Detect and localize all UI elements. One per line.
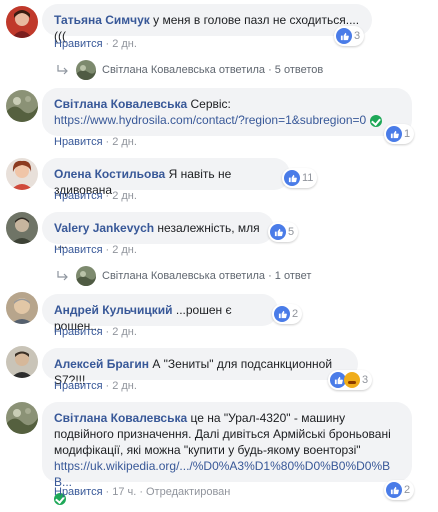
- like-button[interactable]: Нравится: [54, 380, 103, 392]
- comment-actions: Нравится · 2 дн.: [54, 244, 137, 256]
- comment-author[interactable]: Світлана Ковалевська: [54, 97, 187, 111]
- replies-link[interactable]: Світлана Ковалевська ответила · 5 ответо…: [56, 60, 323, 80]
- reaction-count[interactable]: 3: [334, 26, 365, 46]
- comment-time[interactable]: 2 дн.: [112, 136, 137, 148]
- comment-bubble: Valery Jankevych незалежність, мля ....: [42, 212, 274, 251]
- reaction-number: 3: [362, 374, 369, 386]
- reaction-number: 5: [288, 226, 295, 238]
- like-button[interactable]: Нравится: [54, 190, 103, 202]
- avatar[interactable]: [6, 212, 38, 244]
- replies-author: Світлана Ковалевська: [102, 64, 216, 76]
- comment-actions: Нравится · 2 дн.: [54, 190, 137, 202]
- comment-bubble: Світлана Ковалевська це на "Урал-4320" -…: [42, 402, 412, 505]
- replies-action: ответила: [218, 64, 266, 76]
- reaction-count[interactable]: 2: [272, 304, 303, 324]
- like-button[interactable]: Нравится: [54, 38, 103, 50]
- reaction-number: 3: [354, 30, 361, 42]
- replies-count: 5 ответов: [274, 64, 324, 76]
- comment-author[interactable]: Алексей Брагин: [54, 357, 149, 371]
- avatar: [76, 266, 96, 286]
- comment-bubble: Алексей Брагин А "Зениты" для подсанкцио…: [42, 348, 358, 387]
- comment-actions: Нравится · 2 дн.: [54, 380, 137, 392]
- check-icon: [369, 114, 382, 127]
- like-reaction-icon: [336, 28, 352, 44]
- comment-bubble: Андрей Кульчицкий ...рошен є рошен...: [42, 294, 278, 333]
- like-button[interactable]: Нравится: [54, 486, 103, 498]
- avatar[interactable]: [6, 90, 38, 122]
- reaction-number: 1: [404, 128, 411, 140]
- avatar[interactable]: [6, 346, 38, 378]
- comment-bubble: Олена Костильова Я навіть не здивована: [42, 158, 290, 197]
- like-reaction-icon: [386, 126, 402, 142]
- reply-arrow-icon: [57, 65, 68, 75]
- replies-count: 1 ответ: [274, 270, 312, 282]
- avatar[interactable]: [6, 6, 38, 38]
- reaction-number: 2: [404, 484, 411, 496]
- comment-author[interactable]: Valery Jankevych: [54, 221, 154, 235]
- reaction-count[interactable]: 5: [268, 222, 299, 242]
- comment-link[interactable]: https://www.hydrosila.com/contact/?regio…: [54, 113, 366, 127]
- like-reaction-icon: [284, 170, 300, 186]
- reaction-count[interactable]: 1: [384, 124, 415, 144]
- comment-time[interactable]: 2 дн.: [112, 38, 137, 50]
- edited-label[interactable]: Отредактирован: [146, 486, 230, 498]
- like-reaction-icon: [274, 306, 290, 322]
- reaction-count[interactable]: 3: [328, 370, 373, 390]
- reaction-count[interactable]: 11: [282, 168, 318, 188]
- reaction-count[interactable]: 2: [384, 480, 415, 500]
- comment-author[interactable]: Світлана Ковалевська: [54, 411, 187, 425]
- comment-link[interactable]: https://uk.wikipedia.org/.../%D0%A3%D1%8…: [54, 459, 390, 489]
- comment-bubble: Татьяна Симчук у меня в голове пазл не с…: [42, 4, 372, 43]
- comment-actions: Нравится · 2 дн.: [54, 326, 137, 338]
- comment-actions: Нравится · 17 ч. · Отредактирован: [54, 486, 231, 498]
- avatar[interactable]: [6, 292, 38, 324]
- reaction-number: 2: [292, 308, 299, 320]
- comment-time[interactable]: 2 дн.: [112, 190, 137, 202]
- reply-arrow-icon: [57, 271, 68, 281]
- avatar: [76, 60, 96, 80]
- like-reaction-icon: [270, 224, 286, 240]
- replies-link[interactable]: Світлана Ковалевська ответила · 1 ответ: [56, 266, 311, 286]
- comment-text: Сервіс:: [190, 97, 231, 111]
- like-button[interactable]: Нравится: [54, 136, 103, 148]
- comment-bubble: Світлана Ковалевська Сервіс: https://www…: [42, 88, 412, 136]
- replies-author: Світлана Ковалевська: [102, 270, 216, 282]
- comment-actions: Нравится · 2 дн.: [54, 38, 137, 50]
- like-button[interactable]: Нравится: [54, 244, 103, 256]
- avatar[interactable]: [6, 158, 38, 190]
- comment-author[interactable]: Татьяна Симчук: [54, 13, 150, 27]
- comment-time[interactable]: 2 дн.: [112, 244, 137, 256]
- replies-action: ответила: [218, 270, 266, 282]
- like-button[interactable]: Нравится: [54, 326, 103, 338]
- comment-actions: Нравится · 2 дн.: [54, 136, 137, 148]
- comment-time[interactable]: 2 дн.: [112, 380, 137, 392]
- avatar[interactable]: [6, 402, 38, 434]
- comment-author[interactable]: Андрей Кульчицкий: [54, 303, 173, 317]
- comment-time[interactable]: 2 дн.: [112, 326, 137, 338]
- reaction-number: 11: [302, 172, 314, 184]
- comment-time[interactable]: 17 ч.: [112, 486, 136, 498]
- wow-reaction-icon: [344, 372, 360, 388]
- comment-author[interactable]: Олена Костильова: [54, 167, 165, 181]
- like-reaction-icon: [386, 482, 402, 498]
